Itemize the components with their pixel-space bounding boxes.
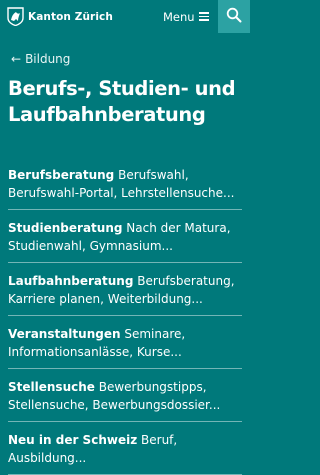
search-icon (226, 7, 242, 27)
list-item[interactable]: Stellensuche Bewerbungstipps, Stellensuc… (8, 369, 242, 422)
menu-button[interactable]: Menu (163, 0, 209, 33)
list-item-title: Laufbahnberatung (8, 274, 134, 288)
back-link[interactable]: ← Bildung (11, 52, 70, 66)
canton-lion-logo-icon (7, 7, 24, 26)
list-item-title: Studienberatung (8, 221, 123, 235)
logo-link[interactable]: Kanton Zürich (7, 0, 113, 33)
list-item[interactable]: Berufsberatung Berufswahl, Berufswahl-Po… (8, 157, 242, 210)
list-item[interactable]: Neu in der Schweiz Beruf, Ausbildung... (8, 422, 242, 475)
list-item[interactable]: Veranstaltungen Seminare, Informationsan… (8, 316, 242, 369)
menu-label: Menu (163, 9, 195, 24)
list-item[interactable]: Studienberatung Nach der Matura, Studien… (8, 210, 242, 263)
list-item-title: Stellensuche (8, 380, 95, 394)
arrow-left-icon: ← (11, 52, 22, 66)
logo-text: Kanton Zürich (28, 10, 113, 23)
page-title: Berufs-, Studien- und Laufbahnberatung (8, 77, 236, 126)
list-item-title: Berufsberatung (8, 168, 115, 182)
topic-list: Berufsberatung Berufswahl, Berufswahl-Po… (0, 157, 250, 475)
site-header: Kanton Zürich Menu (0, 0, 250, 33)
back-link-label: Bildung (25, 52, 71, 66)
hamburger-icon (198, 12, 209, 21)
search-button[interactable] (218, 0, 250, 33)
list-item-title: Veranstaltungen (8, 327, 121, 341)
list-item[interactable]: Laufbahnberatung Berufsberatung, Karrier… (8, 263, 242, 316)
